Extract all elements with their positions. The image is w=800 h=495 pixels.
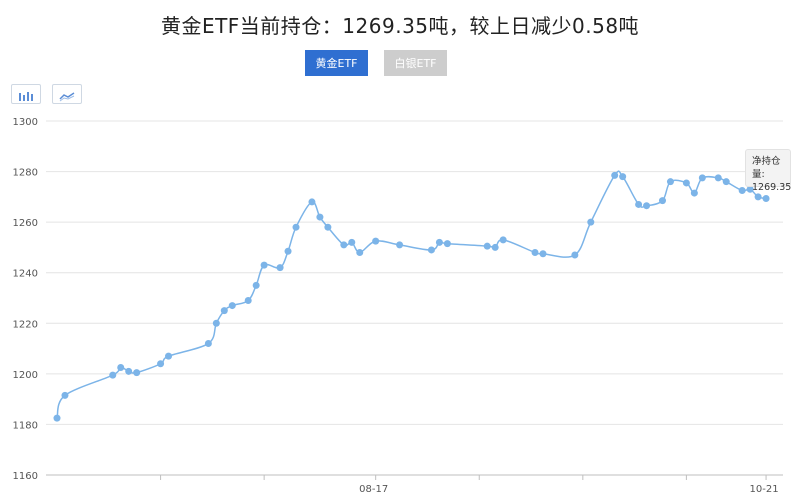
data-tooltip: 净持仓量: 1269.35	[745, 149, 791, 193]
data-point	[340, 241, 348, 249]
y-tick-label: 1220	[13, 319, 38, 330]
data-point	[539, 250, 547, 258]
data-point	[109, 371, 117, 379]
data-point	[356, 248, 364, 256]
data-point	[738, 187, 746, 195]
data-point	[61, 391, 69, 399]
data-point	[435, 238, 443, 246]
data-point	[157, 360, 165, 368]
y-tick-label: 1200	[13, 370, 38, 381]
data-point	[491, 243, 499, 251]
data-point	[396, 241, 404, 249]
data-point	[587, 218, 595, 226]
data-point	[316, 213, 324, 221]
data-point	[483, 242, 491, 250]
data-point	[762, 195, 770, 203]
data-point	[611, 171, 619, 179]
data-point	[204, 340, 212, 348]
data-point	[571, 251, 579, 259]
data-point	[698, 174, 706, 182]
data-point	[722, 178, 730, 186]
tooltip-label: 净持仓量:	[752, 156, 781, 180]
data-point	[643, 202, 651, 210]
data-point	[220, 307, 228, 315]
x-tick-label: 08-17	[359, 484, 388, 495]
data-point	[427, 246, 435, 254]
y-tick-label: 1240	[13, 269, 38, 280]
data-point	[276, 264, 284, 272]
data-point	[690, 189, 698, 197]
data-point	[284, 247, 292, 255]
data-point	[658, 197, 666, 205]
data-point	[682, 179, 690, 187]
y-tick-label: 1160	[13, 471, 38, 482]
data-point	[53, 414, 61, 422]
data-point	[531, 248, 539, 256]
data-point	[324, 223, 332, 231]
data-point	[619, 173, 627, 181]
data-point	[212, 319, 220, 327]
data-point	[348, 238, 356, 246]
y-tick-label: 1280	[13, 168, 38, 179]
data-point	[372, 237, 380, 245]
data-point	[260, 261, 268, 269]
data-point	[443, 240, 451, 248]
y-tick-label: 1300	[13, 117, 38, 128]
data-point	[308, 198, 316, 206]
data-point	[228, 302, 236, 310]
data-point	[252, 281, 260, 289]
data-point	[125, 367, 133, 375]
line-chart: 1160 1180 1200 1220 1240 1260 1280 1300 08-17 10-…	[13, 117, 783, 495]
y-tick-label: 1180	[13, 420, 38, 431]
data-point	[635, 200, 643, 208]
data-point	[754, 193, 762, 201]
x-tick-label: 10-21	[750, 484, 779, 495]
y-tick-label: 1260	[13, 218, 38, 229]
data-point	[244, 297, 252, 305]
series-line	[56, 170, 767, 419]
data-point	[165, 352, 173, 360]
data-point	[133, 369, 141, 377]
data-point	[714, 174, 722, 182]
data-point	[666, 178, 674, 186]
data-point	[499, 236, 507, 244]
data-point	[117, 364, 125, 372]
data-point	[292, 223, 300, 231]
tooltip-value: 1269.35	[752, 182, 792, 193]
